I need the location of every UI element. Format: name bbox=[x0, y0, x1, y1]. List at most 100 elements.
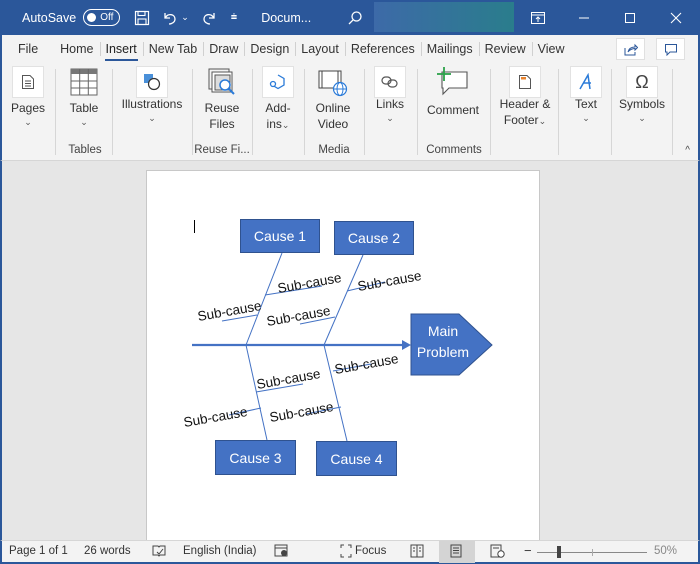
chevron-down-icon: ⌄ bbox=[24, 117, 32, 127]
close-icon[interactable] bbox=[656, 0, 696, 35]
comments-button[interactable] bbox=[656, 38, 685, 60]
zoom-slider-thumb[interactable] bbox=[557, 546, 561, 558]
main-problem-line-1: Main bbox=[427, 323, 459, 339]
proofing-icon[interactable] bbox=[152, 544, 166, 561]
group-separator bbox=[490, 69, 491, 155]
zoom-slider[interactable] bbox=[537, 546, 647, 558]
document-page[interactable]: Cause 1 Cause 2 Cause 3 Cause 4 Main Pro… bbox=[146, 170, 540, 550]
accessibility-icon[interactable] bbox=[274, 544, 289, 561]
shapes-icon bbox=[136, 66, 168, 98]
tab-references[interactable]: References bbox=[344, 35, 421, 63]
new-comment-icon bbox=[435, 66, 471, 98]
document-canvas: Cause 1 Cause 2 Cause 3 Cause 4 Main Pro… bbox=[0, 161, 700, 550]
word-count[interactable]: 26 words bbox=[84, 545, 131, 557]
reuse-files-icon bbox=[206, 66, 238, 98]
zoom-out-button[interactable]: − bbox=[524, 543, 532, 558]
tab-file[interactable]: File bbox=[12, 35, 44, 63]
focus-icon[interactable] bbox=[340, 544, 352, 561]
page-count[interactable]: Page 1 of 1 bbox=[9, 545, 68, 557]
save-icon[interactable] bbox=[134, 7, 150, 29]
tab-review[interactable]: Review bbox=[478, 35, 532, 63]
add-ins-button[interactable]: Add- ins⌄ bbox=[260, 66, 296, 132]
text-icon bbox=[570, 66, 602, 98]
chevron-down-icon: ⌄ bbox=[281, 120, 290, 130]
language[interactable]: English (India) bbox=[183, 545, 257, 557]
cause-2-box[interactable]: Cause 2 bbox=[334, 221, 414, 255]
comment-label: Comment bbox=[426, 103, 479, 117]
tab-layout[interactable]: Layout bbox=[295, 35, 345, 63]
collapse-ribbon-icon[interactable]: ^ bbox=[685, 145, 690, 156]
document-title[interactable]: Docum... bbox=[261, 11, 311, 25]
header-footer-button[interactable]: Header & Footer⌄ bbox=[496, 66, 554, 128]
autosave-label: AutoSave bbox=[22, 10, 77, 25]
minimize-icon[interactable] bbox=[564, 0, 604, 35]
toggle-knob bbox=[87, 13, 97, 22]
tab-view[interactable]: View bbox=[531, 35, 571, 63]
ribbon-tabs: File Home Insert New Tab Draw Design Lay… bbox=[0, 35, 700, 63]
share-button[interactable] bbox=[616, 38, 645, 60]
table-label: Table bbox=[69, 101, 99, 115]
main-problem-label[interactable]: Main Problem bbox=[411, 321, 475, 363]
online-video-icon bbox=[317, 66, 349, 98]
redo-icon[interactable] bbox=[201, 7, 217, 29]
chevron-down-icon: ⌄ bbox=[386, 113, 394, 123]
customize-qat-icon[interactable]: ⩧ bbox=[231, 7, 237, 29]
account-area[interactable] bbox=[374, 2, 514, 32]
illustrations-label: Illustrations bbox=[121, 97, 183, 111]
table-button[interactable]: Table ⌄ bbox=[66, 66, 102, 128]
illustrations-button[interactable]: Illustrations ⌄ bbox=[118, 66, 186, 124]
reuse-files-label-2: Files bbox=[209, 117, 235, 131]
focus-mode-button[interactable]: Focus bbox=[355, 545, 386, 557]
search-icon[interactable] bbox=[347, 7, 363, 29]
comments-icon bbox=[664, 43, 677, 56]
header-footer-label-2: Footer bbox=[503, 113, 539, 127]
group-label-media: Media bbox=[318, 144, 350, 156]
omega-icon: Ω bbox=[626, 66, 658, 98]
undo-dropdown-icon[interactable]: ⌄ bbox=[181, 7, 189, 29]
group-separator bbox=[192, 69, 193, 155]
text-button[interactable]: Text ⌄ bbox=[568, 66, 604, 124]
group-separator bbox=[558, 69, 559, 155]
group-separator bbox=[112, 69, 113, 155]
group-separator bbox=[672, 69, 673, 155]
cause-1-box[interactable]: Cause 1 bbox=[240, 219, 320, 253]
table-icon bbox=[68, 66, 100, 98]
zoom-slider-center-tick bbox=[592, 549, 593, 556]
print-layout-icon[interactable] bbox=[450, 544, 462, 561]
maximize-icon[interactable] bbox=[610, 0, 650, 35]
add-ins-icon bbox=[262, 66, 294, 98]
online-video-label-1: Online bbox=[315, 101, 351, 115]
autosave-toggle[interactable]: Off bbox=[83, 9, 121, 26]
reuse-files-button[interactable]: Reuse Files bbox=[202, 66, 242, 132]
cause-4-box[interactable]: Cause 4 bbox=[316, 441, 397, 476]
tab-mailings[interactable]: Mailings bbox=[420, 35, 479, 63]
header-footer-label-1: Header & bbox=[499, 97, 551, 111]
group-label-reuse-files: Reuse Fi... bbox=[194, 144, 250, 156]
tab-design[interactable]: Design bbox=[244, 35, 295, 63]
main-problem-line-2: Problem bbox=[416, 344, 470, 360]
web-layout-icon[interactable] bbox=[490, 544, 505, 561]
group-separator bbox=[304, 69, 305, 155]
zoom-level[interactable]: 50% bbox=[654, 545, 677, 557]
tab-new-tab[interactable]: New Tab bbox=[142, 35, 203, 63]
bone-cause-3 bbox=[245, 344, 268, 441]
group-label-tables: Tables bbox=[68, 144, 102, 156]
tab-insert[interactable]: Insert bbox=[99, 35, 143, 63]
undo-icon[interactable] bbox=[162, 7, 178, 29]
comment-button[interactable]: Comment bbox=[424, 66, 482, 118]
pages-label: Pages bbox=[10, 101, 46, 115]
share-icon bbox=[624, 43, 638, 55]
symbols-label: Symbols bbox=[618, 97, 665, 111]
ribbon-display-options-icon[interactable] bbox=[518, 0, 558, 35]
cause-3-box[interactable]: Cause 3 bbox=[215, 440, 296, 475]
tab-home[interactable]: Home bbox=[54, 35, 99, 63]
group-separator bbox=[417, 69, 418, 155]
symbols-button[interactable]: Ω Symbols ⌄ bbox=[616, 66, 668, 124]
online-video-button[interactable]: Online Video bbox=[312, 66, 354, 132]
pages-button[interactable]: Pages ⌄ bbox=[10, 66, 46, 128]
read-mode-icon[interactable] bbox=[410, 544, 424, 561]
tab-draw[interactable]: Draw bbox=[203, 35, 244, 63]
pages-icon bbox=[12, 66, 44, 98]
links-button[interactable]: Links ⌄ bbox=[372, 66, 408, 124]
group-separator bbox=[611, 69, 612, 155]
